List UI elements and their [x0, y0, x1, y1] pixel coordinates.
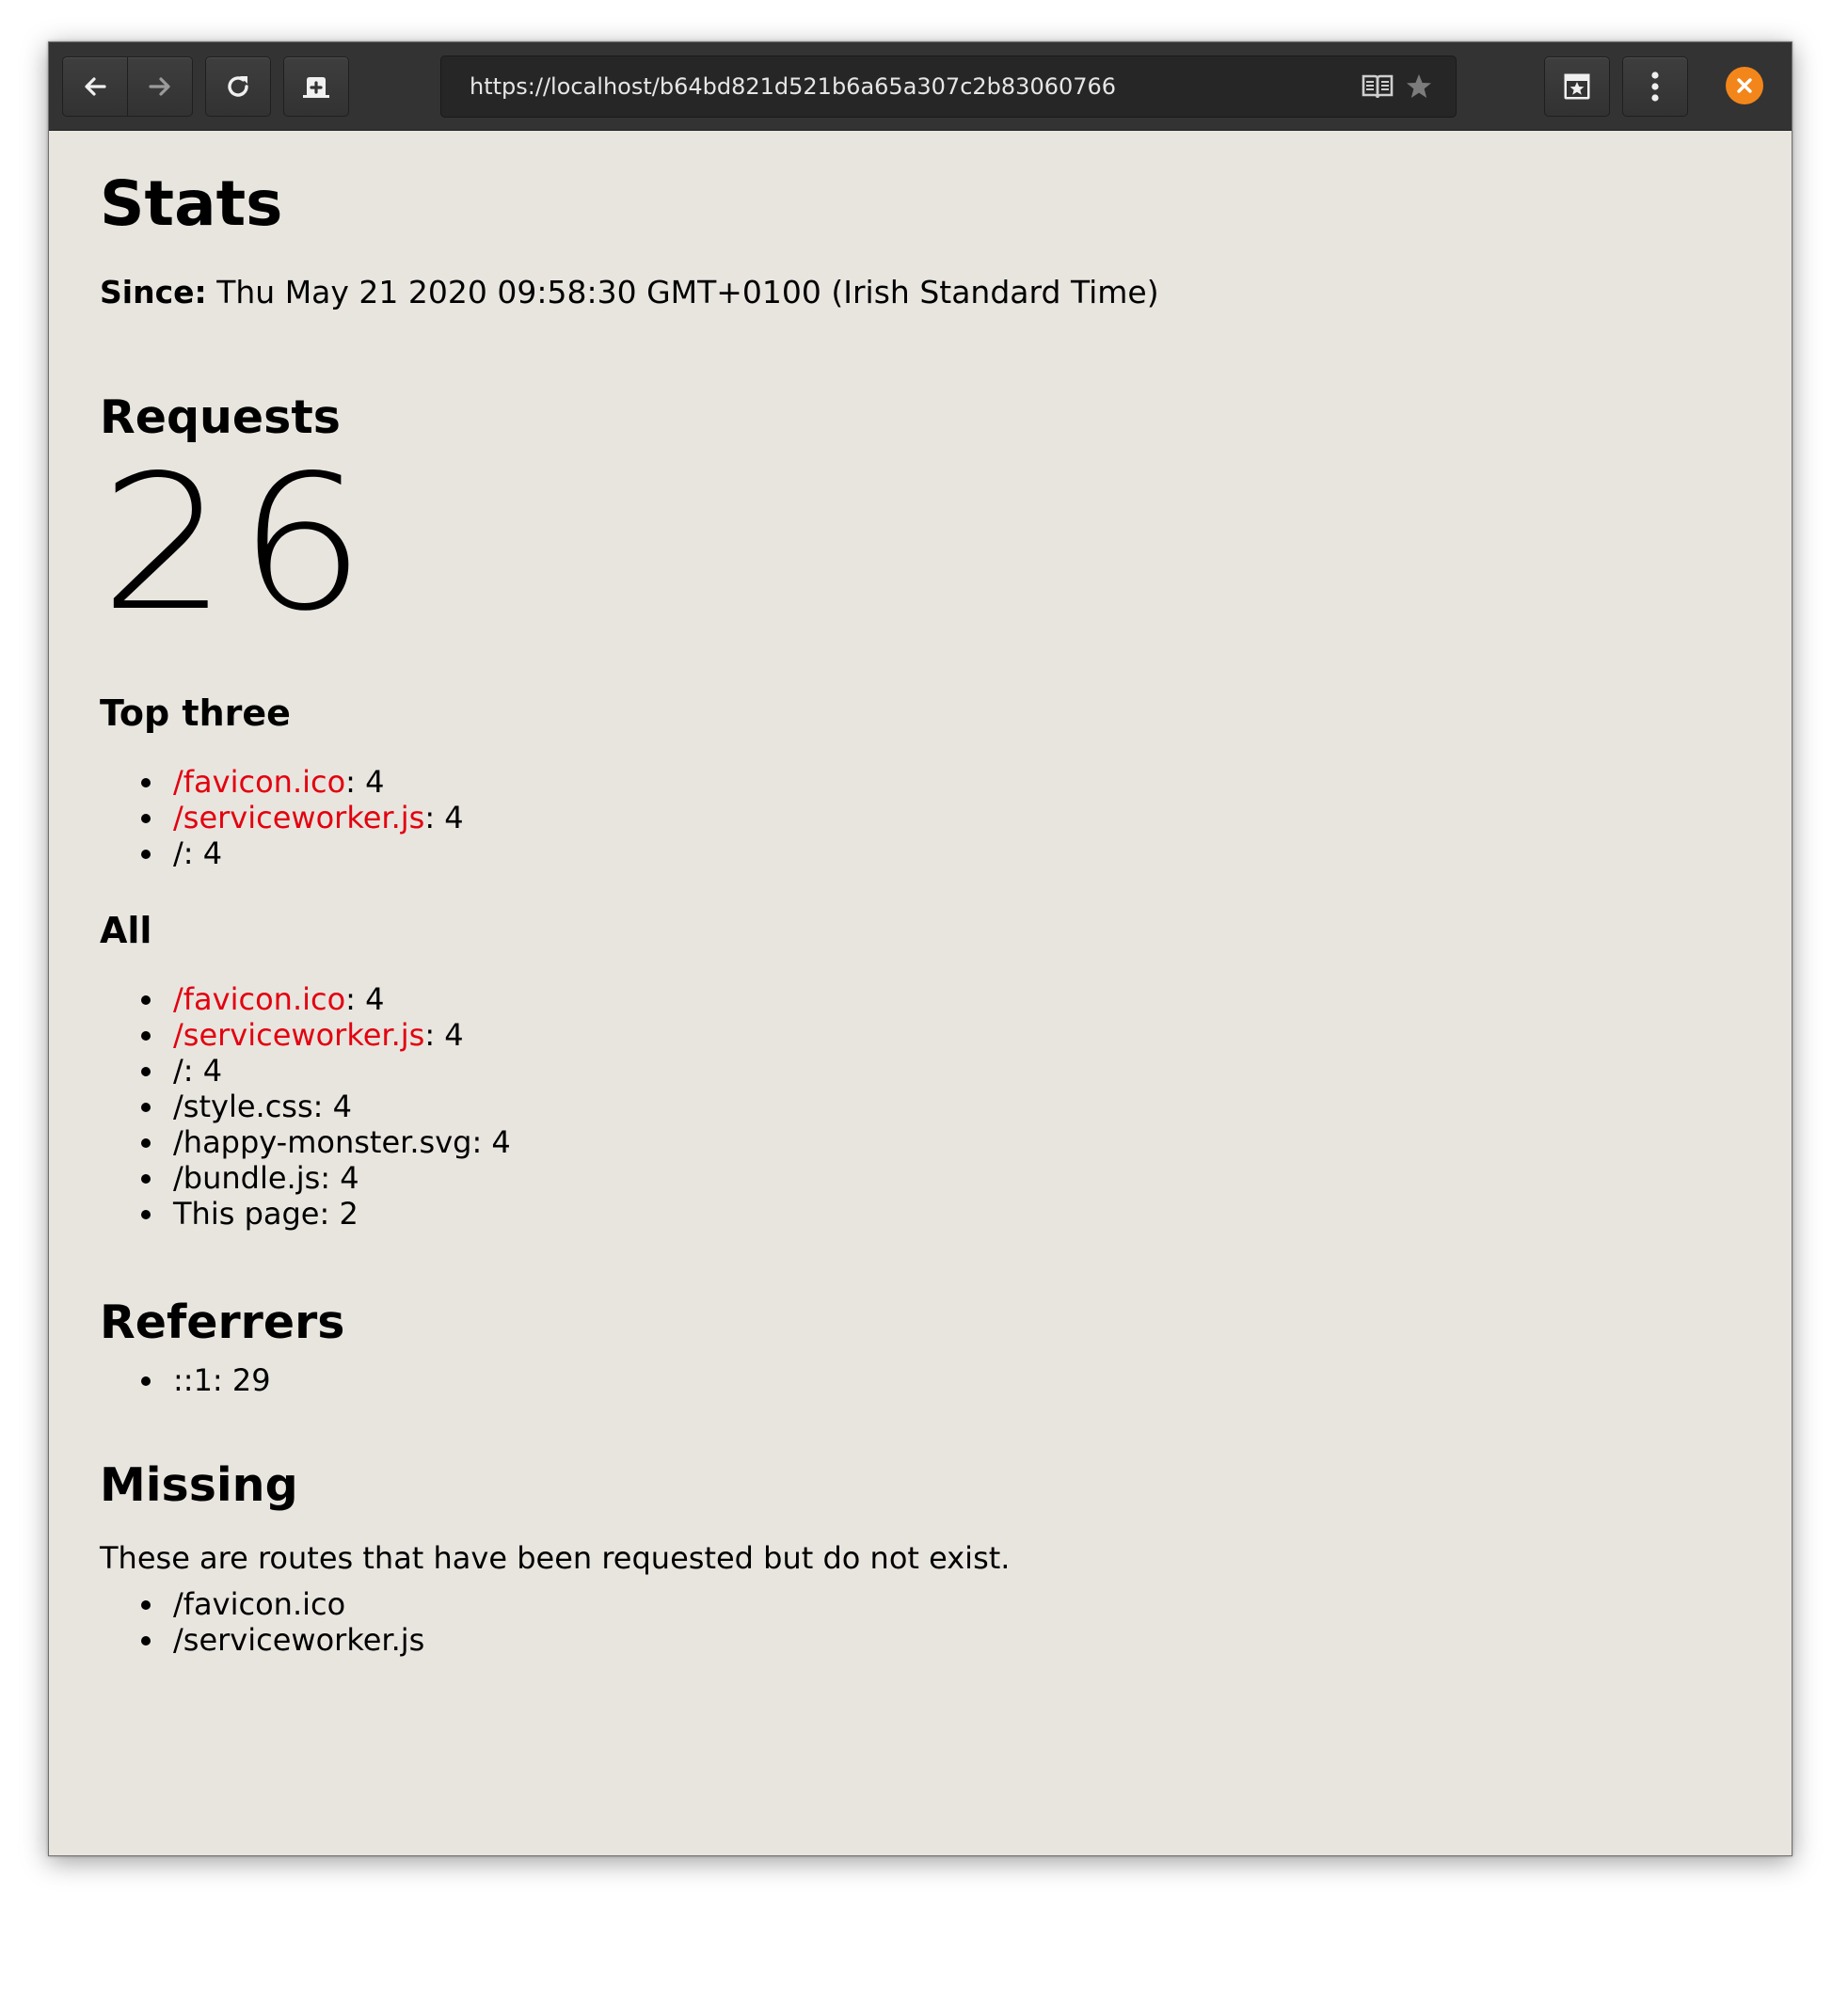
arrow-right-icon [149, 77, 170, 96]
kebab-menu-icon [1651, 72, 1659, 102]
list-item: /serviceworker.js: 4 [100, 1017, 511, 1053]
bookmarks-button[interactable] [1544, 56, 1610, 117]
back-button[interactable] [62, 56, 128, 117]
reader-mode-icon[interactable] [1362, 73, 1394, 100]
route-path: /happy-monster.svg [173, 1124, 472, 1160]
page-title: Stats [100, 167, 283, 240]
list-item: /bundle.js: 4 [100, 1160, 511, 1196]
missing-heading: Missing [100, 1458, 298, 1512]
list-item: /favicon.ico: 4 [100, 981, 511, 1017]
forward-button[interactable] [127, 56, 193, 117]
route-link[interactable]: /favicon.ico [173, 764, 345, 800]
referrers-list: ::1: 29 [100, 1362, 271, 1398]
missing-route: /serviceworker.js [173, 1622, 425, 1658]
missing-description: These are routes that have been requeste… [100, 1540, 1011, 1576]
route-path: This page [173, 1196, 320, 1232]
reload-button[interactable] [205, 56, 271, 117]
reload-icon [228, 76, 248, 97]
bookmark-star-icon [1564, 73, 1590, 100]
since-label: Since: [100, 274, 207, 310]
list-item: /: 4 [100, 835, 464, 871]
route-count: : 4 [312, 1089, 352, 1124]
top-three-list: /favicon.ico: 4 /serviceworker.js: 4 /: … [100, 764, 464, 871]
list-item: /happy-monster.svg: 4 [100, 1124, 511, 1160]
requests-count: 26 [100, 435, 376, 652]
list-item: /: 4 [100, 1053, 511, 1089]
route-count: : 4 [345, 764, 385, 800]
route-path: /style.css [173, 1089, 313, 1124]
new-tab-icon [303, 77, 329, 98]
list-item: /favicon.ico: 4 [100, 764, 464, 800]
list-item: /style.css: 4 [100, 1089, 511, 1124]
list-item: /serviceworker.js [100, 1622, 424, 1658]
list-item: This page: 2 [100, 1196, 511, 1232]
referrer-count: : 29 [212, 1362, 271, 1398]
route-count: : 4 [183, 835, 223, 871]
all-heading: All [100, 910, 152, 951]
browser-toolbar: https://localhost/b64bd821d521b6a65a307c… [49, 42, 1792, 131]
route-path: / [173, 835, 183, 871]
url-bar[interactable]: https://localhost/b64bd821d521b6a65a307c… [440, 56, 1457, 118]
route-count: : 2 [319, 1196, 358, 1232]
since-line: Since: Thu May 21 2020 09:58:30 GMT+0100… [100, 274, 1159, 311]
top-three-heading: Top three [100, 692, 291, 734]
route-link[interactable]: /serviceworker.js [173, 1017, 424, 1053]
route-count: : 4 [471, 1124, 511, 1160]
route-count: : 4 [424, 1017, 464, 1053]
star-icon[interactable] [1405, 72, 1433, 101]
since-value: Thu May 21 2020 09:58:30 GMT+0100 (Irish… [216, 274, 1159, 310]
close-icon [1737, 78, 1752, 93]
route-count: : 4 [424, 800, 464, 835]
list-item: /serviceworker.js: 4 [100, 800, 464, 835]
route-count: : 4 [183, 1053, 223, 1089]
menu-button[interactable] [1622, 56, 1688, 117]
route-link[interactable]: /serviceworker.js [173, 800, 424, 835]
arrow-left-icon [85, 77, 106, 96]
close-window-button[interactable] [1726, 67, 1763, 104]
route-path: / [173, 1053, 183, 1089]
url-text[interactable]: https://localhost/b64bd821d521b6a65a307c… [470, 56, 1116, 117]
list-item: /favicon.ico [100, 1586, 424, 1622]
all-routes-list: /favicon.ico: 4 /serviceworker.js: 4 /: … [100, 981, 511, 1232]
referrer-source: ::1 [173, 1362, 213, 1398]
route-link[interactable]: /favicon.ico [173, 981, 345, 1017]
route-count: : 4 [320, 1160, 359, 1196]
missing-list: /favicon.ico /serviceworker.js [100, 1586, 424, 1658]
new-tab-button[interactable] [283, 56, 349, 117]
route-count: : 4 [345, 981, 385, 1017]
list-item: ::1: 29 [100, 1362, 271, 1398]
missing-route: /favicon.ico [173, 1586, 346, 1622]
referrers-heading: Referrers [100, 1296, 345, 1349]
browser-window: https://localhost/b64bd821d521b6a65a307c… [48, 41, 1792, 1856]
route-path: /bundle.js [173, 1160, 321, 1196]
